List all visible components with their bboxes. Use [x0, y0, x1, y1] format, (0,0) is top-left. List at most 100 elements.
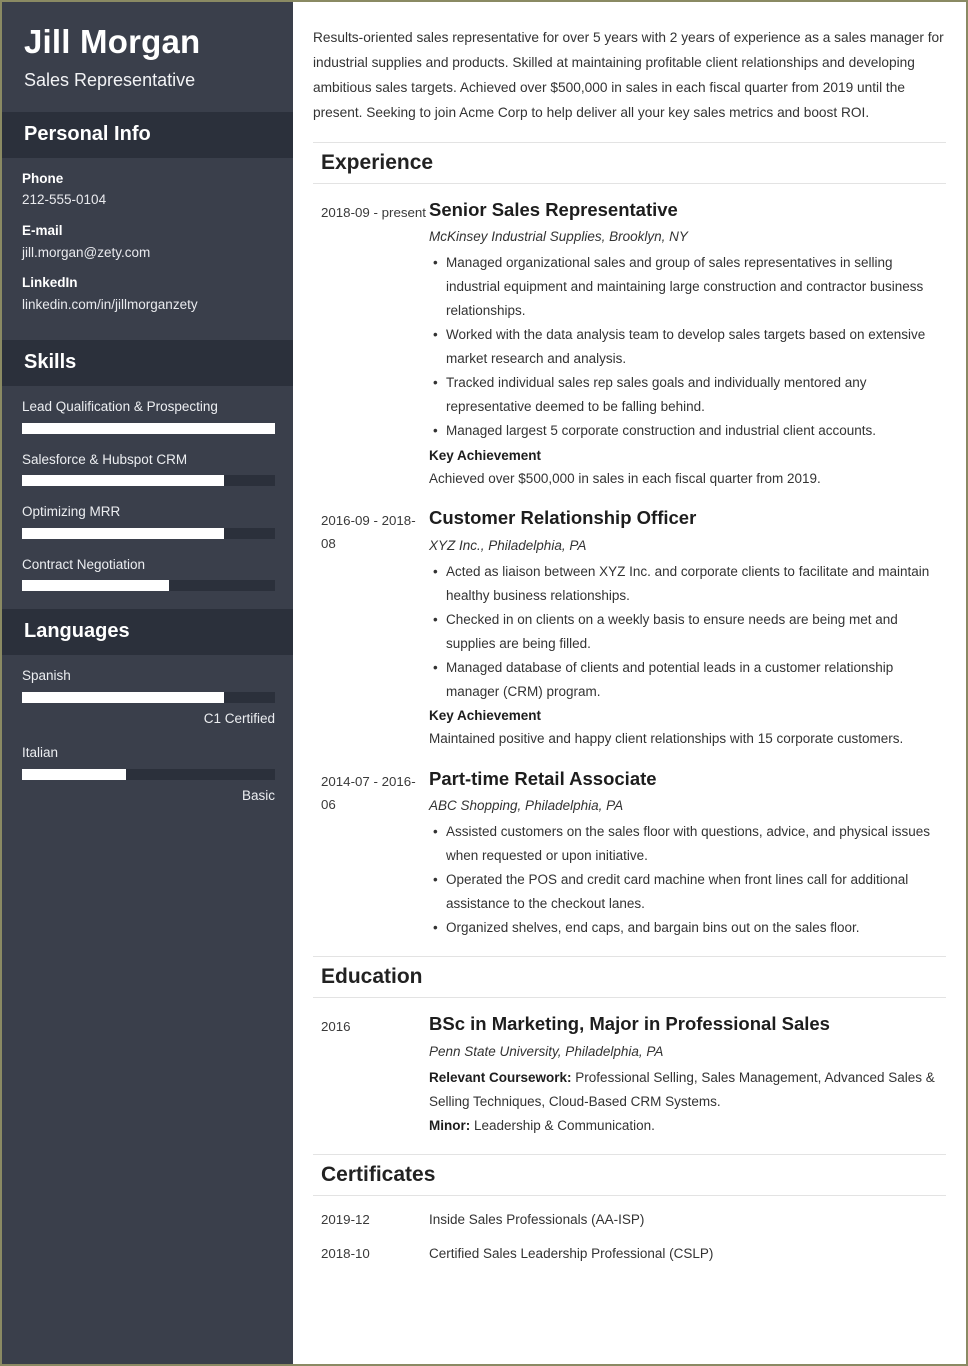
- education-header: Education: [313, 956, 946, 999]
- experience-title: Customer Relationship Officer: [429, 507, 697, 529]
- skill-bar-fill: [22, 475, 225, 487]
- skills-body: Lead Qualification & Prospecting Salesfo…: [2, 386, 293, 609]
- certificate-name: Certified Sales Leadership Professional …: [429, 1246, 714, 1262]
- experience-org: ABC Shopping, Philadelphia, PA: [429, 797, 624, 813]
- bullet-item: Checked in on clients on a weekly basis …: [433, 608, 946, 656]
- language-bar-track: [22, 769, 275, 780]
- candidate-name: Jill Morgan: [24, 23, 201, 60]
- education-coursework: Relevant Coursework: Professional Sellin…: [429, 1066, 946, 1114]
- experience-entry-body: Part-time Retail Associate ABC Shopping,…: [429, 767, 946, 940]
- skill-label: Lead Qualification & Prospecting: [22, 399, 218, 415]
- skill-bar-track: [22, 475, 275, 487]
- experience-entry-body: Senior Sales Representative McKinsey Ind…: [429, 198, 946, 490]
- skill-item: Salesforce & Hubspot CRM: [22, 451, 275, 487]
- skill-label: Optimizing MRR: [22, 504, 121, 520]
- skill-item: Optimizing MRR: [22, 503, 275, 539]
- skills-header: Skills: [2, 340, 293, 387]
- certificate-row: 2018-10 Certified Sales Leadership Profe…: [313, 1244, 946, 1264]
- personal-info-body: Phone 212-555-0104 E-mail jill.morgan@ze…: [2, 158, 293, 340]
- education-date: 2016: [321, 1019, 351, 1035]
- info-value: jill.morgan@zety.com: [22, 244, 151, 260]
- skills-heading: Skills: [24, 351, 77, 374]
- skill-label: Contract Negotiation: [22, 556, 146, 572]
- experience-date: 2014-07 - 2016-06: [321, 773, 416, 812]
- education-org: Penn State University, Philadelphia, PA: [429, 1043, 664, 1059]
- education-title: BSc in Marketing, Major in Professional …: [429, 1013, 830, 1035]
- info-label: LinkedIn: [22, 275, 78, 291]
- bullet-item: Assisted customers on the sales floor wi…: [433, 820, 946, 868]
- bullet-item: Managed database of clients and potentia…: [433, 656, 946, 704]
- experience-entry-body: Customer Relationship Officer XYZ Inc., …: [429, 506, 946, 750]
- info-label: E-mail: [22, 222, 63, 238]
- skill-label: Salesforce & Hubspot CRM: [22, 451, 188, 467]
- language-note: Basic: [241, 788, 275, 803]
- info-label: Phone: [22, 170, 64, 186]
- experience-bullets: Acted as liaison between XYZ Inc. and co…: [429, 560, 946, 704]
- experience-bullets: Assisted customers on the sales floor wi…: [429, 820, 946, 940]
- certificates-header: Certificates: [313, 1153, 946, 1197]
- experience-heading: Experience: [321, 150, 434, 174]
- experience-entry: 2016-09 - 2018-08 Customer Relationship …: [313, 506, 946, 750]
- experience-date: 2016-09 - 2018-08: [321, 513, 416, 552]
- certificate-row: 2019-12 Inside Sales Professionals (AA-I…: [313, 1210, 946, 1230]
- minor-label: Minor:: [429, 1117, 471, 1133]
- experience-header: Experience: [313, 141, 946, 184]
- skill-bar-fill: [22, 422, 275, 434]
- skill-item: Lead Qualification & Prospecting: [22, 398, 275, 434]
- experience-title: Senior Sales Representative: [429, 199, 678, 220]
- language-bar-fill: [22, 769, 126, 780]
- languages-body: Spanish C1 Certified Italian Basic: [2, 655, 293, 822]
- candidate-job-title: Sales Representative: [24, 70, 196, 91]
- main-content: Results-oriented sales representative fo…: [293, 2, 966, 1364]
- key-achievement-label: Key Achievement: [429, 707, 542, 723]
- experience-date: 2018-09 - present: [321, 205, 426, 220]
- professional-summary: Results-oriented sales representative fo…: [313, 30, 944, 120]
- skill-bar-fill: [22, 580, 169, 592]
- identity-block: Jill Morgan Sales Representative: [2, 2, 293, 112]
- certificate-date: 2019-12: [321, 1212, 370, 1228]
- language-bar-track: [22, 691, 275, 703]
- language-label: Spanish: [22, 668, 71, 684]
- experience-section: Experience 2018-09 - present Senior Sale…: [313, 141, 946, 940]
- bullet-item: Worked with the data analysis team to de…: [433, 323, 946, 371]
- languages-header: Languages: [2, 609, 293, 656]
- experience-entry: 2018-09 - present Senior Sales Represent…: [313, 198, 946, 490]
- personal-info-header: Personal Info: [2, 111, 293, 158]
- education-heading: Education: [321, 965, 423, 989]
- education-section: Education 2016 BSc in Marketing, Major i…: [313, 956, 946, 1138]
- language-item: Spanish C1 Certified: [22, 667, 275, 727]
- skill-bar-fill: [22, 527, 225, 539]
- skill-bar-track: [22, 422, 275, 434]
- info-value: 212-555-0104: [22, 192, 107, 208]
- experience-title: Part-time Retail Associate: [429, 767, 657, 789]
- languages-heading: Languages: [24, 620, 130, 643]
- education-entry-body: BSc in Marketing, Major in Professional …: [429, 1012, 946, 1137]
- education-minor: Minor: Leadership & Communication.: [429, 1114, 946, 1138]
- info-item-linkedin: LinkedIn linkedin.com/in/jillmorganzety: [22, 274, 275, 313]
- experience-entry: 2014-07 - 2016-06 Part-time Retail Assoc…: [313, 767, 946, 940]
- bullet-item: Organized shelves, end caps, and bargain…: [433, 916, 946, 940]
- bullet-item: Acted as liaison between XYZ Inc. and co…: [433, 560, 946, 608]
- sidebar: Jill Morgan Sales Representative Persona…: [2, 2, 293, 1364]
- key-achievement-text: Maintained positive and happy client rel…: [429, 731, 904, 747]
- info-value: linkedin.com/in/jillmorganzety: [22, 296, 198, 312]
- bullet-item: Tracked individual sales rep sales goals…: [433, 371, 946, 419]
- coursework-label: Relevant Coursework:: [429, 1069, 572, 1085]
- language-note: C1 Certified: [203, 710, 275, 726]
- resume-page: Jill Morgan Sales Representative Persona…: [0, 0, 968, 1366]
- language-label: Italian: [22, 745, 59, 761]
- skill-bar-track: [22, 527, 275, 539]
- skill-bar-track: [22, 580, 275, 592]
- info-item-email: E-mail jill.morgan@zety.com: [22, 222, 275, 261]
- certificate-name: Inside Sales Professionals (AA-ISP): [429, 1212, 645, 1228]
- minor-text: Leadership & Communication.: [470, 1117, 655, 1133]
- info-item-phone: Phone 212-555-0104: [22, 170, 275, 209]
- skill-item: Contract Negotiation: [22, 556, 275, 592]
- experience-org: McKinsey Industrial Supplies, Brooklyn, …: [429, 229, 688, 245]
- key-achievement-text: Achieved over $500,000 in sales in each …: [429, 470, 821, 486]
- language-bar-fill: [22, 691, 225, 703]
- bullet-item: Operated the POS and credit card machine…: [433, 868, 946, 916]
- key-achievement-label: Key Achievement: [429, 447, 542, 463]
- language-item: Italian Basic: [22, 744, 275, 804]
- certificate-date: 2018-10: [321, 1246, 370, 1262]
